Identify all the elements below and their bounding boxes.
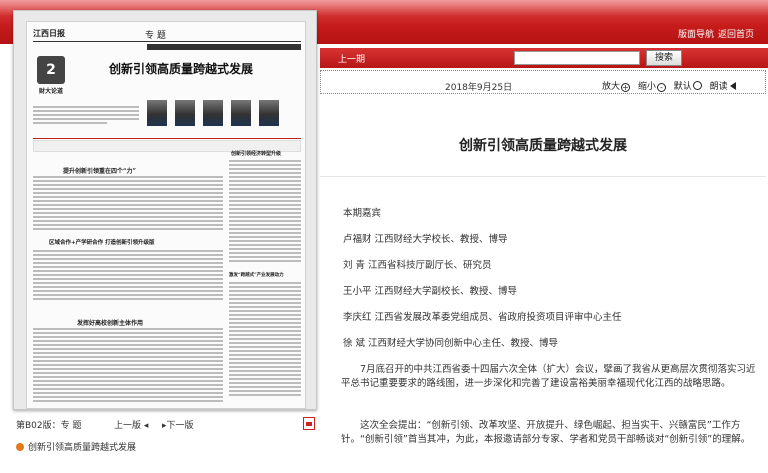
article-paragraph: 7月底召开的中共江西省委十四届六次全体（扩大）会议，擘画了我省从更高层次贯彻落实…	[341, 364, 756, 389]
next-page-link[interactable]: ▸下一版	[162, 418, 194, 431]
guest-photo	[175, 100, 195, 126]
zoom-in-button[interactable]: 放大 +	[602, 82, 631, 92]
article-paragraph: 本期嘉宾	[343, 208, 382, 219]
read-aloud-label: 朗读	[709, 82, 728, 92]
sub-title-1: 提升创新引领重在四个“力”	[63, 168, 136, 175]
zoom-out-label: 缩小	[637, 82, 656, 92]
body-text-column	[33, 176, 223, 232]
article-title: 创新引领高质量跨越式发展	[459, 138, 627, 154]
article-paragraph: 刘 青 江西省科技厅副厅长、研究员	[343, 260, 492, 271]
guest-photo	[259, 100, 279, 126]
article-paragraph: 这次全会提出：“创新引领、改革攻坚、开放提升、绿色崛起、担当实干、兴赣富民”工作…	[341, 420, 751, 445]
bullet-icon	[16, 443, 24, 451]
column-number: 2	[37, 56, 65, 84]
article-paragraph: 李庆红 江西省发展改革委党组成员、省政府投资项目评审中心主任	[343, 312, 622, 323]
back-home-link[interactable]: 返回首页	[718, 30, 754, 40]
search-bar: 上一期 搜索	[320, 48, 768, 68]
sub-title-4: 创新引领经济转型升级	[231, 151, 282, 157]
newspaper-section: 专 题	[145, 31, 166, 41]
reader-toolbar: 2018年9月25日 放大 + 缩小 - 默认 朗读	[320, 70, 766, 94]
minus-circle-icon: -	[656, 83, 666, 92]
side-text-column	[229, 160, 301, 264]
article-link-label: 创新引领高质量跨越式发展	[28, 443, 137, 453]
sub-title-5: 激发“跨越式”产业发展动力	[229, 273, 284, 278]
speaker-icon	[729, 82, 736, 90]
prev-issue-link[interactable]: 上一期	[338, 52, 365, 65]
newspaper-masthead: 江西日报 专 题	[33, 28, 301, 42]
subhead-bar	[147, 44, 301, 50]
search-input[interactable]	[514, 51, 640, 65]
side-text-column	[229, 282, 301, 398]
top-links: 版面导航 返回首页	[674, 27, 754, 40]
body-text-column	[33, 328, 223, 404]
newspaper-headline: 创新引领高质量跨越式发展	[109, 62, 254, 76]
newspaper-page-image[interactable]: 江西日报 专 题 2 财大论道 创新引领高质量跨越式发展 提升创新引领重在四个“…	[26, 21, 306, 409]
red-rule	[33, 138, 301, 139]
intro-text-lines	[33, 106, 139, 126]
article-list-item[interactable]: 创新引领高质量跨越式发展	[16, 440, 136, 453]
article-paragraph: 徐 斌 江西财经大学协同创新中心主任、教授、博导	[343, 338, 559, 349]
prev-page-link[interactable]: 上一版 ◂	[114, 418, 148, 431]
circle-icon	[692, 81, 702, 90]
column-name: 财大论道	[38, 88, 63, 95]
layout-nav-link[interactable]: 版面导航	[678, 30, 714, 40]
triangle-left-icon: ◂	[143, 421, 149, 431]
article-paragraph: 卢福财 江西财经大学校长、教授、博导	[343, 234, 508, 245]
next-page-label: 下一版	[166, 421, 194, 431]
newspaper-frame: 江西日报 专 题 2 财大论道 创新引领高质量跨越式发展 提升创新引领重在四个“…	[13, 10, 317, 410]
page-label: 第B02版：专 题	[16, 421, 82, 431]
body-text-column	[33, 250, 223, 302]
zoom-out-button[interactable]: 缩小 -	[638, 82, 666, 92]
search-button[interactable]: 搜索	[646, 50, 682, 66]
guest-photo	[231, 100, 251, 126]
newspaper-logo: 江西日报	[33, 28, 65, 38]
guest-photo	[147, 100, 167, 126]
default-size-button[interactable]: 默认	[673, 81, 702, 92]
article-paragraph: 王小平 江西财经大学副校长、教授、博导	[343, 286, 518, 297]
default-label: 默认	[673, 82, 692, 92]
prev-page-label: 上一版	[114, 421, 142, 431]
plus-circle-icon: +	[621, 83, 631, 92]
title-divider	[320, 176, 766, 177]
guest-photo	[203, 100, 223, 126]
sub-title-3: 发挥好高校创新主体作用	[77, 320, 144, 327]
issue-date: 2018年9月25日	[445, 83, 513, 93]
zoom-in-label: 放大	[602, 82, 621, 92]
sub-title-2: 区域合作+产学研合作 打造创新引领升级版	[49, 240, 155, 246]
reader-tools: 放大 + 缩小 - 默认 朗读	[602, 79, 741, 92]
pdf-icon[interactable]	[303, 417, 315, 430]
read-aloud-button[interactable]: 朗读	[710, 82, 736, 92]
